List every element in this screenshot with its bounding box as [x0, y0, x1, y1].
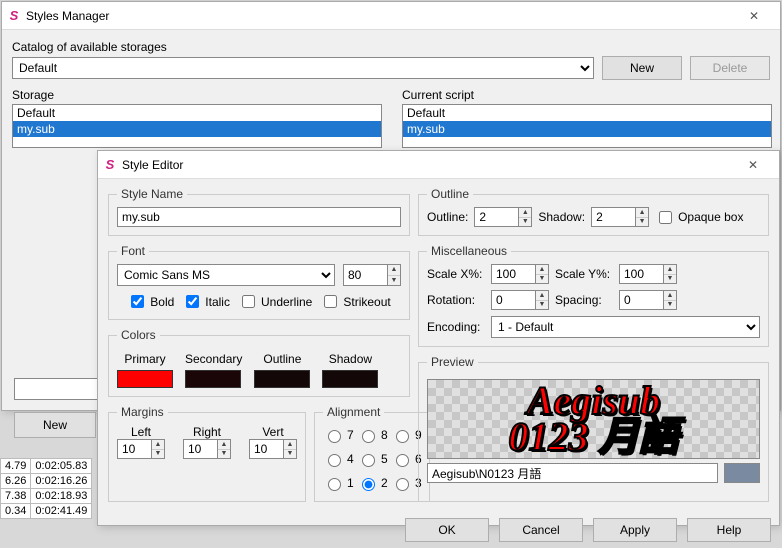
window-title: Styles Manager — [22, 9, 732, 23]
catalog-select[interactable]: Default — [12, 57, 594, 79]
ok-button[interactable]: OK — [405, 518, 489, 542]
catalog-label: Catalog of available storages — [12, 40, 770, 54]
preview-group: Preview Aegisub 0123 月語 — [418, 355, 769, 502]
outline-color-swatch[interactable] — [254, 370, 310, 388]
window-title: Style Editor — [118, 158, 731, 172]
titlebar: S Style Editor ✕ — [98, 151, 779, 179]
list-item[interactable]: Default — [13, 105, 381, 121]
margins-group: Margins Left ▲▼ Right ▲▼ Vert ▲▼ — [108, 405, 306, 502]
list-item[interactable]: my.sub — [13, 121, 381, 137]
preview-bg-swatch[interactable] — [724, 463, 760, 483]
style-name-group: Style Name — [108, 187, 410, 236]
font-group: Font Comic Sans MS ▲▼ Bold Italic Underl… — [108, 244, 410, 320]
titlebar: S Styles Manager ✕ — [2, 2, 780, 30]
alignment-5[interactable]: 5 — [357, 449, 387, 469]
margin-left-spinner[interactable]: ▲▼ — [117, 439, 165, 459]
chevron-up-icon[interactable]: ▲ — [388, 265, 400, 276]
preview-canvas: Aegisub 0123 月語 — [427, 379, 760, 459]
italic-checkbox[interactable]: Italic — [182, 292, 230, 311]
list-item[interactable]: my.sub — [403, 121, 771, 137]
underline-checkbox[interactable]: Underline — [238, 292, 312, 311]
list-item[interactable]: Default — [403, 105, 771, 121]
dialog-button-row: OK Cancel Apply Help — [98, 514, 779, 548]
preview-text-input[interactable] — [427, 463, 718, 483]
style-name-input[interactable] — [117, 207, 401, 227]
scalex-spinner[interactable]: ▲▼ — [491, 264, 549, 284]
alignment-4[interactable]: 4 — [323, 449, 353, 469]
shadow-color-swatch[interactable] — [322, 370, 378, 388]
storage-label: Storage — [12, 88, 382, 102]
outline-group: Outline Outline: ▲▼ Shadow: ▲▼ Opaque bo… — [418, 187, 769, 236]
alignment-2[interactable]: 2 — [357, 473, 387, 493]
alignment-group: Alignment 7 8 9 4 5 6 1 2 3 — [314, 405, 430, 502]
catalog-new-button[interactable]: New — [602, 56, 682, 80]
app-icon: S — [102, 157, 118, 173]
alignment-1[interactable]: 1 — [323, 473, 353, 493]
catalog-delete-button[interactable]: Delete — [690, 56, 770, 80]
close-icon[interactable]: ✕ — [732, 3, 776, 29]
font-size-spinner[interactable]: ▲▼ — [343, 264, 401, 286]
secondary-color-swatch[interactable] — [185, 370, 241, 388]
current-script-label: Current script — [402, 88, 772, 102]
opaque-box-checkbox[interactable]: Opaque box — [655, 208, 743, 227]
style-editor-window: S Style Editor ✕ Style Name Font Comic S… — [97, 150, 780, 526]
bold-checkbox[interactable]: Bold — [127, 292, 174, 311]
encoding-select[interactable]: 1 - Default — [491, 316, 760, 338]
apply-button[interactable]: Apply — [593, 518, 677, 542]
primary-color-swatch[interactable] — [117, 370, 173, 388]
margin-right-spinner[interactable]: ▲▼ — [183, 439, 231, 459]
alignment-6[interactable]: 6 — [391, 449, 421, 469]
current-script-listbox[interactable]: Default my.sub — [402, 104, 772, 148]
app-icon: S — [6, 8, 22, 24]
font-family-select[interactable]: Comic Sans MS — [117, 264, 335, 286]
storage-new-button[interactable]: New — [14, 412, 96, 438]
alignment-3[interactable]: 3 — [391, 473, 421, 493]
storage-listbox[interactable]: Default my.sub — [12, 104, 382, 148]
scaley-spinner[interactable]: ▲▼ — [619, 264, 677, 284]
alignment-8[interactable]: 8 — [357, 425, 387, 445]
close-icon[interactable]: ✕ — [731, 152, 775, 178]
misc-group: Miscellaneous Scale X%: ▲▼ Scale Y%: ▲▼ … — [418, 244, 769, 347]
spacing-spinner[interactable]: ▲▼ — [619, 290, 677, 310]
timeline-fragment: 4.790:02:05.83 6.260:02:16.26 7.380:02:1… — [0, 458, 92, 519]
table-row: 4.790:02:05.83 — [1, 459, 92, 474]
alignment-7[interactable]: 7 — [323, 425, 353, 445]
table-row: 7.380:02:18.93 — [1, 489, 92, 504]
chevron-down-icon[interactable]: ▼ — [388, 276, 400, 286]
margin-vert-spinner[interactable]: ▲▼ — [249, 439, 297, 459]
help-button[interactable]: Help — [687, 518, 771, 542]
alignment-9[interactable]: 9 — [391, 425, 421, 445]
table-row: 6.260:02:16.26 — [1, 474, 92, 489]
colors-group: Colors Primary Secondary Outline Shadow — [108, 328, 410, 397]
cancel-button[interactable]: Cancel — [499, 518, 583, 542]
rotation-spinner[interactable]: ▲▼ — [491, 290, 549, 310]
strikeout-checkbox[interactable]: Strikeout — [320, 292, 390, 311]
shadow-width-spinner[interactable]: ▲▼ — [591, 207, 649, 227]
table-row: 0.340:02:41.49 — [1, 504, 92, 519]
outline-width-spinner[interactable]: ▲▼ — [474, 207, 532, 227]
